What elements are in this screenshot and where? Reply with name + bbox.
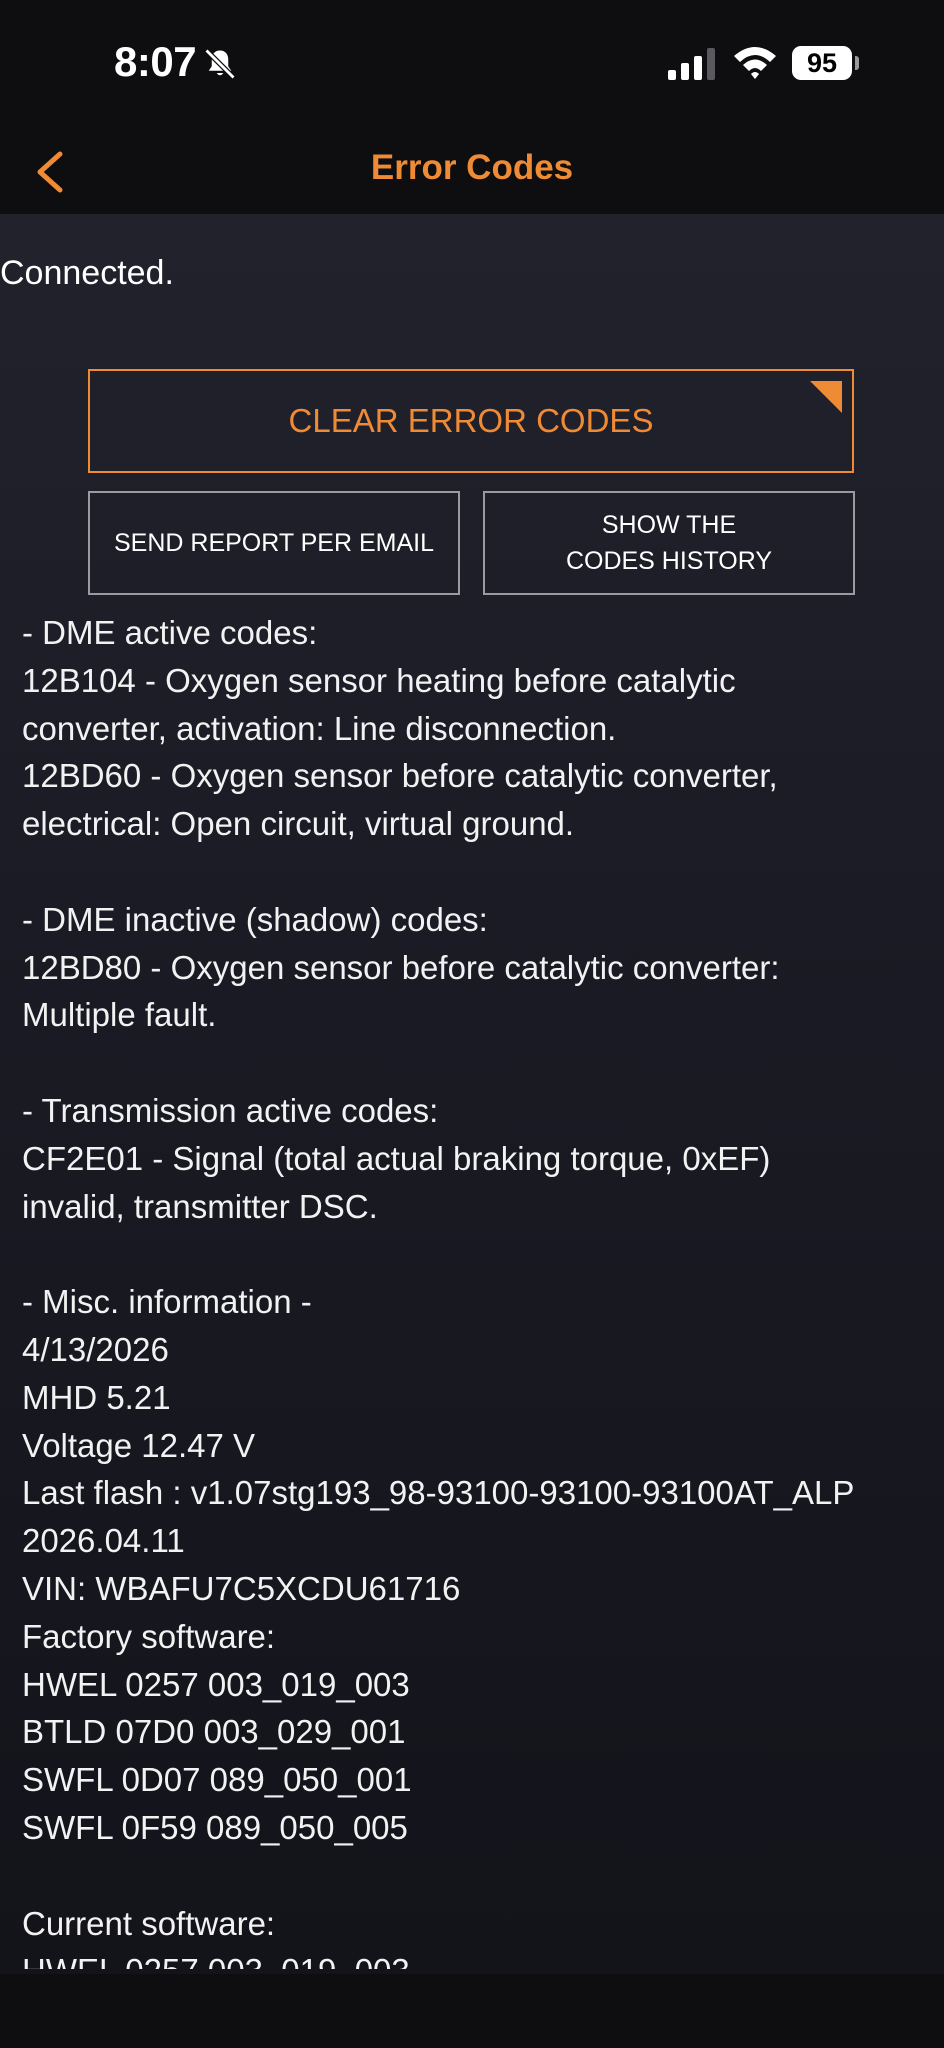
status-bar: 8:07 95	[0, 0, 944, 130]
report-line	[22, 1852, 932, 1900]
report-line: converter, activation: Line disconnectio…	[22, 709, 617, 747]
report-line: 2026.04.11	[22, 1522, 185, 1560]
main-content: Connected. CLEAR ERROR CODES SEND REPORT…	[0, 214, 944, 1974]
page-title: Error Codes	[370, 148, 574, 187]
report-line	[22, 1230, 932, 1278]
bottom-bar	[0, 1974, 944, 2048]
report-line: 12BD80 - Oxygen sensor before catalytic …	[22, 948, 780, 986]
report-line: - Misc. information -	[22, 1283, 312, 1321]
report-line: Voltage 12.47 V	[22, 1426, 256, 1464]
report-line: 12BD60 - Oxygen sensor before catalytic …	[22, 757, 778, 795]
battery-level: 95	[792, 46, 852, 80]
report-line: electrical: Open circuit, virtual ground…	[22, 805, 575, 843]
report-line: Factory software:	[22, 1617, 276, 1655]
report-line: Current software:	[22, 1904, 276, 1942]
report-line: HWEL 0257 003_019_003	[22, 1947, 932, 1969]
clear-error-codes-label: CLEAR ERROR CODES	[288, 402, 654, 439]
report-line: MHD 5.21	[22, 1378, 171, 1416]
report-line: CF2E01 - Signal (total actual braking to…	[22, 1139, 771, 1177]
bell-slash-icon	[204, 48, 236, 80]
clear-error-codes-button[interactable]: CLEAR ERROR CODES	[88, 369, 854, 473]
status-time: 8:07	[114, 38, 197, 85]
report-line: - DME inactive (shadow) codes:	[22, 900, 488, 938]
report-line: SWFL 0D07 089_050_001	[22, 1761, 412, 1799]
show-history-label: SHOW THE CODES HISTORY	[565, 511, 773, 575]
send-report-label: SEND REPORT PER EMAIL	[114, 529, 434, 557]
report-line: - Transmission active codes:	[22, 1091, 439, 1129]
corner-triangle-icon	[810, 381, 842, 413]
report-line: Last flash : v1.07stg193_98-93100-93100-…	[22, 1474, 855, 1512]
error-report-text: - DME active codes: 12B104 - Oxygen senso…	[22, 609, 932, 1969]
report-line: - DME active codes:	[22, 614, 318, 651]
report-line: SWFL 0F59 089_050_005	[22, 1808, 408, 1846]
connection-status: Connected.	[0, 254, 174, 292]
battery-tip	[855, 56, 859, 70]
cellular-signal-icon	[668, 48, 715, 80]
nav-bar: Error Codes	[0, 130, 944, 214]
send-report-email-button[interactable]: SEND REPORT PER EMAIL	[88, 491, 460, 595]
report-line: HWEL 0257 003_019_003	[22, 1665, 410, 1703]
report-line: invalid, transmitter DSC.	[22, 1187, 378, 1225]
report-line	[22, 848, 932, 896]
show-codes-history-button[interactable]: SHOW THE CODES HISTORY	[483, 491, 855, 595]
report-line: BTLD 07D0 003_029_001	[22, 1713, 406, 1751]
report-line	[22, 1039, 932, 1087]
report-line: VIN: WBAFU7C5XCDU61716	[22, 1569, 461, 1607]
wifi-icon	[734, 47, 776, 79]
report-line: 12B104 - Oxygen sensor heating before ca…	[22, 661, 736, 699]
report-line: Multiple fault.	[22, 996, 217, 1034]
report-line: 4/13/2026	[22, 1330, 169, 1368]
